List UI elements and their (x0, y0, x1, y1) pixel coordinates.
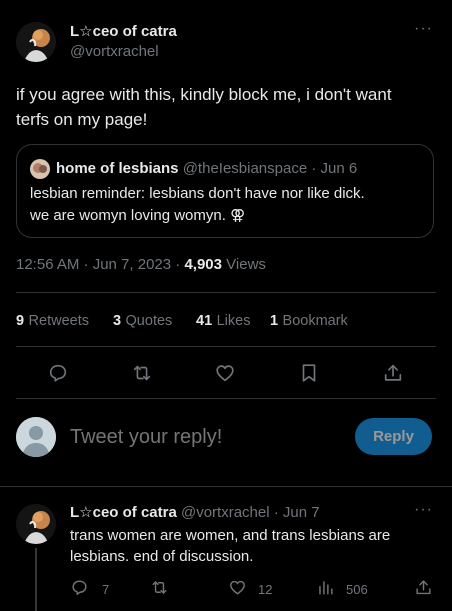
author-avatar[interactable] (16, 22, 56, 62)
stat-likes[interactable]: 41 Likes (196, 312, 250, 330)
user-avatar[interactable] (16, 417, 56, 457)
quoted-author-name: home of lesbians (56, 160, 179, 177)
bookmarks-count: 1 (270, 313, 279, 329)
thread-line (35, 548, 37, 611)
reply-reply-icon[interactable] (70, 578, 89, 597)
reply-author-name[interactable]: L☆ceo of catra (70, 504, 177, 521)
reply-analytics-icon[interactable] (316, 578, 335, 597)
reply-retweet-icon[interactable] (150, 578, 169, 597)
likes-count: 41 (196, 313, 213, 329)
reply-icon[interactable] (47, 362, 69, 384)
reply-date[interactable]: Jun 7 (283, 504, 320, 521)
likes-label: Likes (216, 313, 251, 329)
reply-author-avatar[interactable] (16, 504, 56, 544)
stat-quotes[interactable]: 3 Quotes (113, 312, 172, 330)
reply-input[interactable] (70, 422, 330, 452)
reply-text-line2: lesbians. end of discussion. (70, 548, 254, 565)
reply-like-icon[interactable] (228, 578, 247, 597)
reply-sep: · (273, 504, 279, 521)
quoted-sep: · (311, 160, 317, 177)
stat-bookmarks[interactable]: 1 Bookmark (270, 312, 348, 330)
author-handle[interactable]: @vortxrachel (70, 43, 159, 60)
views-count: 4,903 (184, 256, 222, 273)
quoted-avatar (30, 159, 50, 179)
tweet-text-line2: terfs on my page! (16, 110, 148, 129)
like-icon[interactable] (214, 362, 236, 384)
reply-button[interactable]: Reply (355, 418, 432, 455)
quoted-text-line1: lesbian reminder: lesbians don't have no… (30, 185, 365, 202)
divider (16, 292, 436, 293)
reply-replies-count: 7 (102, 582, 110, 597)
divider (16, 398, 436, 399)
retweets-label: Retweets (28, 313, 89, 329)
tweet-timestamp[interactable]: 12:56 AM · Jun 7, 2023 · (16, 256, 180, 273)
author-name[interactable]: L☆ceo of catra (70, 22, 177, 40)
bookmarks-label: Bookmark (282, 313, 348, 329)
more-options-icon[interactable]: ··· (414, 20, 433, 38)
divider (16, 346, 436, 347)
stat-retweets[interactable]: 9 Retweets (16, 312, 89, 330)
divider (0, 486, 452, 487)
quoted-text-line2: we are womyn loving womyn. ⚢ (30, 207, 246, 224)
bookmark-icon[interactable] (298, 362, 320, 384)
reply-views-count: 506 (346, 582, 368, 597)
reply-more-options-icon[interactable]: ··· (414, 501, 433, 519)
tweet-text-line1: if you agree with this, kindly block me,… (16, 85, 392, 104)
retweet-icon[interactable] (131, 362, 153, 384)
reply-author-handle[interactable]: @vortxrachel (181, 504, 270, 521)
quoted-author-handle: @theIesbianspace (182, 160, 308, 177)
quoted-tweet[interactable]: home of lesbians @theIesbianspace · Jun … (16, 144, 434, 238)
retweets-count: 9 (16, 313, 25, 329)
reply-text-line1: trans women are women, and trans lesbian… (70, 527, 391, 544)
reply-share-icon[interactable] (414, 578, 433, 597)
reply-likes-count: 12 (258, 582, 273, 597)
quotes-count: 3 (113, 313, 122, 329)
quotes-label: Quotes (125, 313, 173, 329)
quoted-date: Jun 6 (320, 160, 358, 177)
views-label: Views (226, 256, 266, 273)
share-icon[interactable] (382, 362, 404, 384)
